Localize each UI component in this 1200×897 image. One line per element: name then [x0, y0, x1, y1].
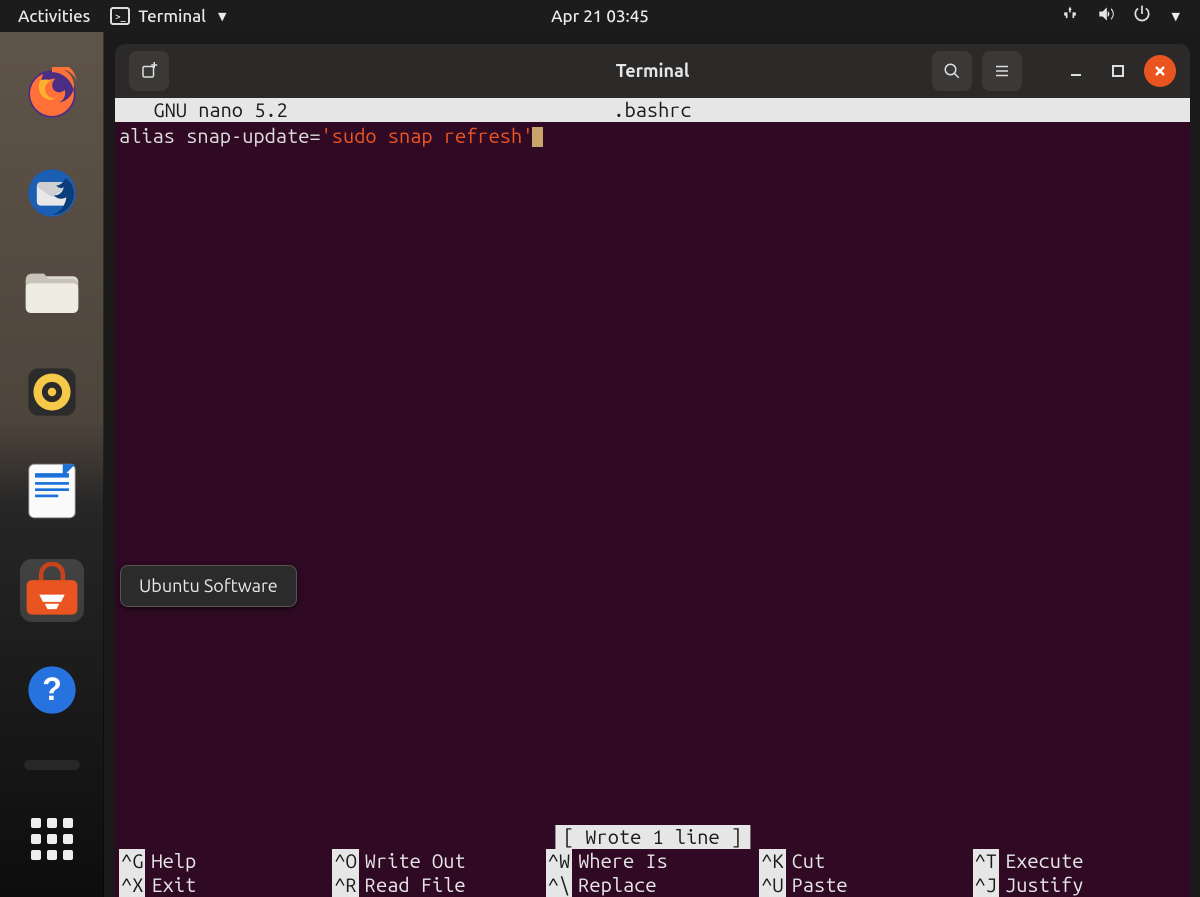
app-menu[interactable]: >_ Terminal ▼ [110, 7, 226, 26]
titlebar: Terminal [115, 44, 1190, 98]
terminal-body[interactable]: GNU nano 5.2 .bashrc alias snap-update='… [115, 98, 1190, 897]
nano-status: [ Wrote 1 line ] [555, 825, 750, 849]
terminal-window: Terminal GNU nano 5.2 .bashrc ali [115, 44, 1190, 897]
new-tab-button[interactable] [129, 51, 169, 91]
menu-button[interactable] [982, 51, 1022, 91]
top-panel: Activities >_ Terminal ▼ Apr 21 03:45 ▼ [0, 0, 1200, 32]
shortcut-readfile: ^R Read File [332, 873, 545, 897]
chevron-down-icon[interactable]: ▼ [1172, 10, 1180, 23]
activities-button[interactable]: Activities [18, 7, 90, 26]
terminal-icon: >_ [110, 7, 130, 25]
dock-thunderbird[interactable] [20, 161, 84, 224]
shortcut-cut: ^K Cut [759, 849, 972, 873]
window-title: Terminal [616, 61, 690, 81]
dock-rhythmbox[interactable] [20, 360, 84, 423]
dock-files[interactable] [20, 261, 84, 324]
volume-icon[interactable] [1096, 4, 1116, 28]
svg-text:?: ? [42, 671, 62, 707]
clock[interactable]: Apr 21 03:45 [551, 7, 649, 26]
dock-help[interactable]: ? [20, 658, 84, 721]
dock-separator [20, 758, 84, 772]
nano-app-name: GNU nano 5.2 [131, 98, 288, 122]
shortcut-whereis: ^W Where Is [546, 849, 759, 873]
dock-tooltip: Ubuntu Software [120, 565, 297, 607]
shortcut-replace: ^\ Replace [546, 873, 759, 897]
close-button[interactable] [1144, 55, 1176, 87]
shortcut-justify: ^J Justify [973, 873, 1186, 897]
shortcut-execute: ^T Execute [973, 849, 1186, 873]
shortcut-help: ^G Help [119, 849, 332, 873]
chevron-down-icon: ▼ [218, 10, 226, 23]
show-applications-button[interactable] [20, 808, 84, 871]
minimize-button[interactable] [1060, 55, 1092, 87]
dock-firefox[interactable] [20, 62, 84, 125]
network-icon[interactable] [1060, 4, 1080, 28]
apps-grid-icon [31, 818, 73, 860]
shortcut-exit: ^X Exit [119, 873, 332, 897]
dock-ubuntu-software[interactable] [20, 559, 84, 622]
power-icon[interactable] [1132, 4, 1152, 28]
maximize-button[interactable] [1102, 55, 1134, 87]
shortcut-paste: ^U Paste [759, 873, 972, 897]
app-menu-label: Terminal [138, 7, 206, 26]
nano-titlebar: GNU nano 5.2 .bashrc [115, 98, 1190, 122]
nano-shortcuts: ^G Help ^X Exit ^O Write Out ^R Read Fil… [115, 849, 1190, 897]
nano-filename: .bashrc [613, 98, 691, 122]
dock: ? [0, 32, 104, 897]
editor-content[interactable]: alias snap-update='sudo snap refresh' [115, 122, 1190, 148]
cursor [532, 127, 543, 147]
dock-writer[interactable] [20, 460, 84, 523]
shortcut-writeout: ^O Write Out [332, 849, 545, 873]
search-button[interactable] [932, 51, 972, 91]
